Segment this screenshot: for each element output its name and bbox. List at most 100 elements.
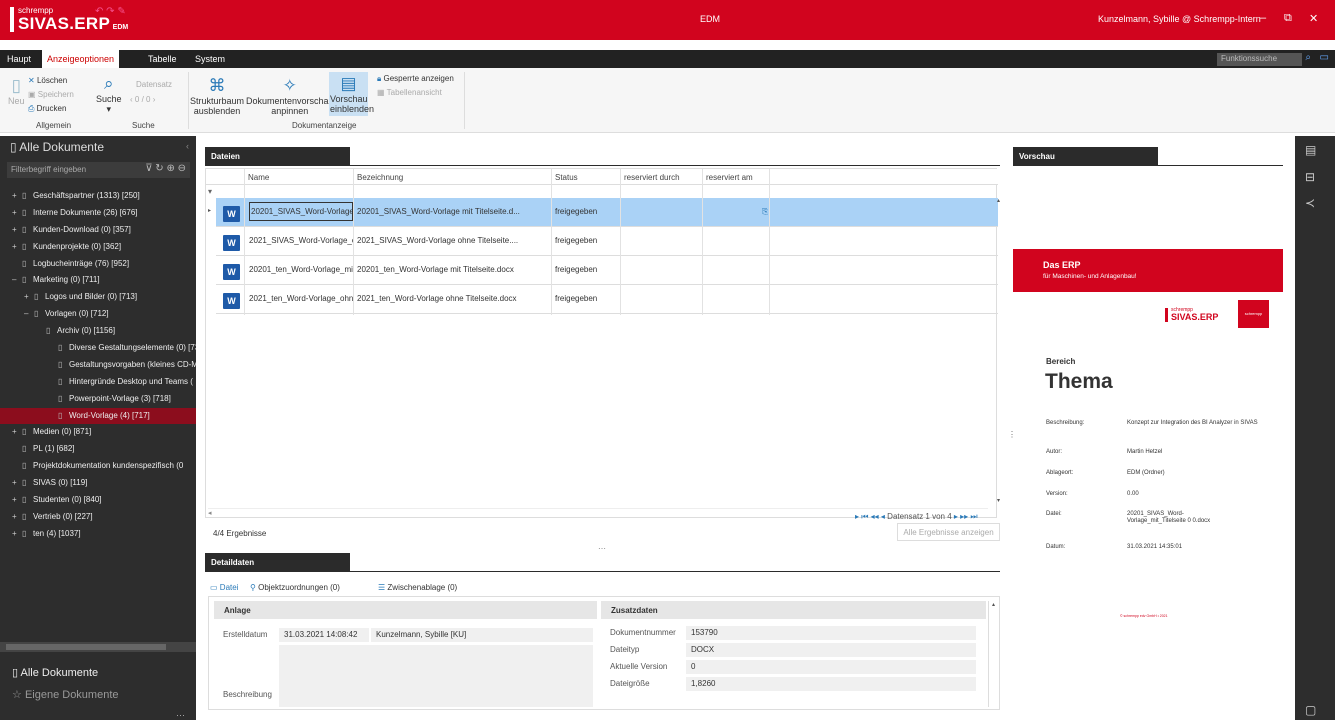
tabellenansicht-toggle[interactable]: ▦ Tabellenansicht	[377, 88, 442, 97]
tree-item[interactable]: ▯ Word-Vorlage (4) [717]	[0, 407, 196, 425]
tree-item-label: Powerpoint-Vorlage (3) [718]	[69, 393, 171, 403]
expand-toggle[interactable]: +	[24, 289, 34, 306]
tree-item[interactable]: + ▯ Studenten (0) [840]	[0, 492, 196, 509]
tree-item[interactable]: – ▯ Vorlagen (0) [712]	[0, 306, 196, 323]
expand-toggle[interactable]: –	[24, 306, 34, 323]
expand-toggle[interactable]: +	[12, 205, 22, 222]
col-status[interactable]: Status	[555, 173, 578, 182]
tree-item[interactable]: + ▯ Kundenprojekte (0) [362]	[0, 239, 196, 256]
search-button[interactable]: ⌕ Suche ▾	[96, 74, 122, 114]
inbox-icon[interactable]: ⊟	[1305, 170, 1315, 184]
col-bezeichnung[interactable]: Bezeichnung	[357, 173, 403, 182]
tree-item[interactable]: ▯ Hintergründe Desktop und Teams (	[0, 374, 196, 391]
tree-item[interactable]: + ▯ Geschäftspartner (1313) [250]	[0, 188, 196, 205]
splitter-handle[interactable]: ⋯	[598, 544, 606, 553]
share-icon[interactable]: ≺	[1305, 196, 1315, 210]
function-search-input[interactable]: Funktionssuche	[1217, 53, 1302, 66]
tab-zwischenablage[interactable]: ☰ Zwischenablage (0)	[378, 583, 457, 592]
cell-name[interactable]: 20201_ten_Word-Vorlage_mit_Tite...	[249, 265, 353, 274]
expand-toggle[interactable]: +	[12, 492, 22, 509]
tree-item[interactable]: + ▯ Medien (0) [871]	[0, 424, 196, 441]
tab-anzeigeoptionen[interactable]: Anzeigeoptionen	[42, 50, 120, 68]
beschreibung-field[interactable]	[279, 645, 593, 707]
collapse-pane-icon[interactable]: ‹	[186, 141, 189, 151]
nav-eigene-dokumente[interactable]: ☆ Eigene Dokumente	[12, 688, 119, 701]
logo-suffix: EDM	[112, 24, 129, 31]
tree-item[interactable]: ▯ Gestaltungsvorgaben (kleines CD-M	[0, 357, 196, 374]
details-scrollbar[interactable]: ▴	[988, 601, 998, 707]
expand-toggle[interactable]: +	[12, 222, 22, 239]
cell-name[interactable]: 20201_SIVAS_Word-Vorlage_mit_T...	[249, 202, 353, 221]
table-row[interactable]: W 20201_ten_Word-Vorlage_mit_Tite... 20201…	[216, 256, 998, 285]
col-reserviert-am[interactable]: reserviert am	[706, 173, 753, 182]
nav-alle-dokumente[interactable]: ▯ Alle Dokumente	[12, 666, 98, 679]
window-icon[interactable]: ▢	[1305, 703, 1316, 717]
tree-item[interactable]: + ▯ Interne Dokumente (26) [676]	[0, 205, 196, 222]
print-button[interactable]: ⎙ Drucken	[28, 104, 66, 114]
pager-next-icon[interactable]: ▸ ▸▸ ⏭	[954, 512, 978, 521]
tree-item[interactable]: ▯ Powerpoint-Vorlage (3) [718]	[0, 391, 196, 408]
strukturbaum-ausblenden-button[interactable]: ⌘ Strukturbaum ausblenden	[190, 76, 244, 116]
tree-horizontal-scrollbar[interactable]	[0, 642, 196, 652]
tree-item[interactable]: – ▯ Marketing (0) [711]	[0, 272, 196, 289]
scrollbar-thumb[interactable]	[6, 644, 166, 650]
cell-name[interactable]: 2021_SIVAS_Word-Vorlage_ohne_...	[249, 236, 353, 245]
minimize-button[interactable]: –	[1260, 12, 1266, 24]
tab-tabelle[interactable]: Tabelle	[143, 53, 182, 65]
dokumentenvorschau-anpinnen-button[interactable]: ✧ Dokumentenvorschau anpinnen	[246, 76, 334, 116]
expand-toggle[interactable]: +	[12, 526, 22, 543]
more-options-icon[interactable]: ⋯	[176, 710, 185, 721]
splitter-handle[interactable]: ⋮	[1008, 430, 1016, 439]
close-button[interactable]: ✕	[1309, 12, 1318, 25]
filter-row-icon[interactable]: ▾	[208, 187, 212, 196]
tree-item[interactable]: + ▯ Vertrieb (0) [227]	[0, 509, 196, 526]
folder-icon: ▯	[34, 309, 39, 319]
scroll-up-icon[interactable]: ▴	[997, 197, 1000, 204]
expand-toggle[interactable]: +	[12, 509, 22, 526]
record-navigator[interactable]: ‹ 0 / 0 ›	[130, 95, 155, 104]
tree-item[interactable]: ▯ Archiv (0) [1156]	[0, 323, 196, 340]
filter-icons[interactable]: ⊽ ↻ ⊕ ⊖	[145, 163, 186, 174]
tree-item[interactable]: ▯ PL (1) [682]	[0, 441, 196, 458]
expand-toggle[interactable]: +	[12, 424, 22, 441]
expand-toggle[interactable]: +	[12, 239, 22, 256]
tree-item[interactable]: + ▯ Kunden-Download (0) [357]	[0, 222, 196, 239]
quick-access-toolbar[interactable]: ↶ ↷ ✎	[95, 6, 126, 17]
table-row[interactable]: W 2021_SIVAS_Word-Vorlage_ohne_... 2021_SI…	[216, 227, 998, 256]
vorschau-einblenden-button[interactable]: ▤ Vorschau einblenden	[329, 72, 374, 117]
table-row[interactable]: W 2021_ten_Word-Vorlage_ohne_Tit... 2021_t…	[216, 285, 998, 314]
table-row[interactable]: W 20201_SIVAS_Word-Vorlage_mit_T... 20201_…	[208, 198, 998, 227]
all-results-button[interactable]: Alle Ergebnisse anzeigen	[897, 523, 1000, 541]
tree-item[interactable]: ▯ Diverse Gestaltungselemente (0) [73	[0, 340, 196, 357]
reserve-icon[interactable]: ⎘	[762, 207, 768, 217]
tab-haupt[interactable]: Haupt	[2, 53, 36, 65]
tree-item[interactable]: + ▯ ten (4) [1037]	[0, 526, 196, 543]
restore-button[interactable]: ⧉	[1284, 12, 1292, 25]
tab-datei[interactable]: ▭ Datei	[210, 583, 238, 592]
save-button[interactable]: ▣ Speichern	[28, 90, 74, 99]
search-label: Suche	[96, 93, 122, 104]
record-pager[interactable]: ▸ ⏮ ◂◂ ◂ Datensatz 1 von 4 ▸ ▸▸ ⏭	[855, 512, 978, 522]
delete-button[interactable]: ✕ Löschen	[28, 76, 67, 85]
gesperrte-anzeigen-toggle[interactable]: 🔒︎ Gesperrte anzeigen	[377, 74, 454, 84]
new-button[interactable]: ▯ Neu	[8, 76, 25, 106]
tree-item[interactable]: + ▯ SIVAS (0) [119]	[0, 475, 196, 492]
col-name[interactable]: Name	[248, 173, 269, 182]
pager-prev-icon[interactable]: ▸ ⏮ ◂◂ ◂	[855, 512, 885, 521]
expand-toggle[interactable]: +	[12, 188, 22, 205]
tree-filter-input[interactable]: Filterbegriff eingeben ⊽ ↻ ⊕ ⊖	[7, 162, 190, 178]
tree-item[interactable]: ▯ Logbucheinträge (76) [952]	[0, 256, 196, 273]
notes-icon[interactable]: ▤	[1305, 143, 1316, 157]
expand-toggle[interactable]: +	[12, 475, 22, 492]
expand-toggle[interactable]: –	[12, 272, 22, 289]
tab-objektzuordnungen[interactable]: ⚲ Objektzuordnungen (0)	[250, 583, 340, 592]
chat-icon[interactable]: ▭	[1320, 52, 1329, 63]
scroll-down-icon[interactable]: ▾	[997, 497, 1000, 504]
link-icon: ⚲	[250, 583, 256, 592]
col-reserviert-durch[interactable]: reserviert durch	[624, 173, 680, 182]
tree-item[interactable]: + ▯ Logos und Bilder (0) [713]	[0, 289, 196, 306]
search-icon[interactable]: ⌕	[1305, 52, 1311, 63]
tree-item[interactable]: ▯ Projektdokumentation kundenspezifisch (…	[0, 458, 196, 475]
tab-system[interactable]: System	[190, 53, 230, 65]
cell-name[interactable]: 2021_ten_Word-Vorlage_ohne_Tit...	[249, 294, 353, 303]
